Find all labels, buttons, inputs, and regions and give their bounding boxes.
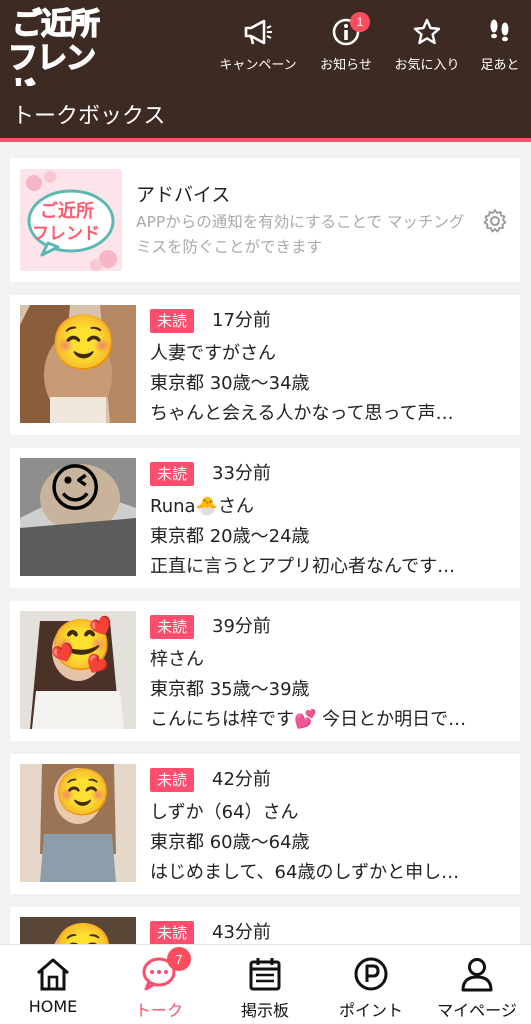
message-time: 17分前 xyxy=(212,310,271,331)
sender-location-age: 東京都 35歳〜39歳 xyxy=(150,679,310,700)
star-icon xyxy=(407,14,447,50)
message-item[interactable]: 🥰 未読 39分前 梓さん 東京都 35歳〜39歳 こんにちは梓です💕 今日とか… xyxy=(10,601,520,741)
bottom-nav-home-label: HOME xyxy=(28,997,78,1016)
avatar: ☺️ xyxy=(20,305,136,423)
board-icon xyxy=(243,953,287,995)
bottom-nav-board[interactable]: 掲示板 xyxy=(212,945,318,1024)
message-time: 43分前 xyxy=(212,922,271,943)
advice-logo-line2: フレンド xyxy=(32,224,100,244)
message-preview: こんにちは梓です💕 今日とか明日で… xyxy=(150,709,467,730)
sender-location-age: 東京都 60歳〜64歳 xyxy=(150,832,310,853)
bottom-nav-talk-label: トーク xyxy=(134,1001,183,1020)
advice-title: アドバイス xyxy=(136,184,231,206)
sender-name: しずか（64）さん xyxy=(150,802,299,823)
bottom-nav-home[interactable]: HOME xyxy=(0,945,106,1024)
bottom-nav-points-label: ポイント xyxy=(338,1001,403,1020)
message-preview: ちゃんと会える人かなって思って声… xyxy=(150,403,454,424)
avatar: ☺️ xyxy=(20,764,136,882)
nav-footprints[interactable]: 足あと xyxy=(474,0,526,86)
message-time: 39分前 xyxy=(212,616,271,637)
home-icon xyxy=(31,953,75,995)
talkbox-header: トークボックス xyxy=(0,86,531,142)
advice-card[interactable]: ご近所 フレンド アドバイス APPからの通知を有効にすることで マッチングミス… xyxy=(10,158,520,282)
message-item[interactable]: ☺️ 未読 17分前 人妻ですがさん 東京都 30歳〜34歳 ちゃんと会える人か… xyxy=(10,295,520,435)
nav-campaign-label: キャンペーン xyxy=(219,57,297,73)
top-bar: ご近所 フレンド キャンペーン 1 お知らせ お気に入り 足あと xyxy=(0,0,531,111)
sender-name: Runa🐣さん xyxy=(150,496,254,517)
nav-notice-label: お知らせ xyxy=(320,57,372,73)
nav-campaign[interactable]: キャンペーン xyxy=(212,0,304,86)
sender-location-age: 東京都 20歳〜24歳 xyxy=(150,526,310,547)
info-icon: 1 xyxy=(326,11,370,50)
face-sticker: 😉 xyxy=(48,459,103,519)
sender-location-age: 東京都 30歳〜34歳 xyxy=(150,373,310,394)
message-item[interactable]: ☺️ 未読 42分前 しずか（64）さん 東京都 60歳〜64歳 はじめまして、… xyxy=(10,754,520,894)
bottom-nav-mypage[interactable]: マイページ xyxy=(424,945,530,1024)
talk-badge: 7 xyxy=(167,947,191,971)
unread-badge: 未読 xyxy=(150,921,195,945)
app-logo[interactable]: ご近所 フレンド xyxy=(7,7,120,111)
gear-icon[interactable] xyxy=(482,208,508,234)
unread-badge: 未読 xyxy=(150,615,195,639)
face-sticker: 🥰 xyxy=(50,616,113,674)
nav-favorites[interactable]: お気に入り xyxy=(388,0,466,86)
unread-badge: 未読 xyxy=(150,309,195,333)
message-preview: 正直に言うとアプリ初心者なんです… xyxy=(150,556,456,577)
sender-name: 梓さん xyxy=(150,649,204,670)
message-time: 42分前 xyxy=(212,769,271,790)
avatar: 😉 xyxy=(20,458,136,576)
unread-badge: 未読 xyxy=(150,768,195,792)
bottom-nav: HOME 7 トーク 掲示板 ポイント マイページ xyxy=(0,944,531,1024)
face-sticker: ☺️ xyxy=(50,311,118,374)
page-title: トークボックス xyxy=(12,104,166,129)
footprints-icon xyxy=(480,14,520,50)
nav-footprints-label: 足あと xyxy=(480,57,520,73)
unread-badge: 未読 xyxy=(150,462,195,486)
points-icon xyxy=(349,953,393,995)
bottom-nav-board-label: 掲示板 xyxy=(240,1001,289,1020)
message-time: 33分前 xyxy=(212,463,271,484)
bottom-nav-mypage-label: マイページ xyxy=(437,1001,517,1020)
chat-icon: 7 xyxy=(137,947,191,995)
face-sticker: ☺️ xyxy=(54,765,112,819)
logo-line1: ご近所 xyxy=(11,7,101,43)
message-item[interactable]: 😉 未読 33分前 Runa🐣さん 東京都 20歳〜24歳 正直に言うとアプリ初… xyxy=(10,448,520,588)
notice-badge: 1 xyxy=(350,11,370,32)
avatar: 🥰 xyxy=(20,611,136,729)
bottom-nav-points[interactable]: ポイント xyxy=(318,945,424,1024)
message-preview: はじめまして、64歳のしずかと申し… xyxy=(150,862,460,883)
megaphone-icon xyxy=(238,14,278,50)
user-icon xyxy=(455,953,499,995)
nav-favorites-label: お気に入り xyxy=(394,57,460,73)
advice-logo: ご近所 フレンド xyxy=(20,169,122,271)
bottom-nav-talk[interactable]: 7 トーク xyxy=(106,945,212,1024)
advice-text: APPからの通知を有効にすることで マッチングミスを防ぐことができます xyxy=(136,213,465,256)
sender-name: 人妻ですがさん xyxy=(150,343,276,364)
nav-notice[interactable]: 1 お知らせ xyxy=(312,0,380,86)
